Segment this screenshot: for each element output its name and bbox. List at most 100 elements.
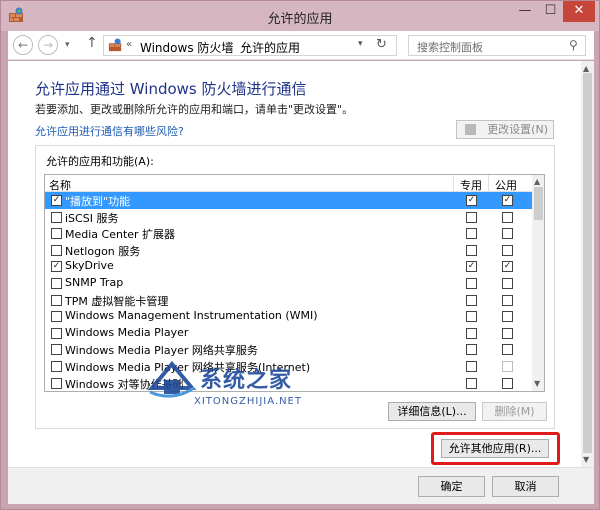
watermark-logo-icon: [148, 360, 196, 398]
address-bar[interactable]: « Windows 防火墙 › 允许的应用 ▾ ↻: [103, 35, 397, 56]
enable-checkbox[interactable]: ✓: [51, 195, 62, 206]
list-header: 名称 专用 公用: [45, 175, 532, 192]
private-checkbox[interactable]: [466, 344, 477, 356]
public-checkbox[interactable]: [502, 361, 513, 372]
scroll-up-icon[interactable]: ▲: [583, 64, 589, 73]
risk-info-link[interactable]: 允许应用进行通信有哪些风险?: [35, 123, 184, 139]
column-header-name[interactable]: 名称: [49, 177, 71, 193]
private-checkbox[interactable]: [466, 211, 477, 223]
ok-button[interactable]: 确定: [418, 476, 485, 497]
private-checkbox[interactable]: [466, 228, 477, 240]
breadcrumb-allowed-apps[interactable]: 允许的应用: [240, 39, 300, 56]
public-checkbox[interactable]: [502, 211, 513, 223]
watermark-subtitle: XITONGZHIJIA.NET: [194, 396, 302, 407]
list-item[interactable]: ✓ SkyDrive ✓ ✓: [45, 258, 532, 275]
list-item-label: SkyDrive: [65, 259, 114, 273]
address-dropdown-icon[interactable]: ▾: [358, 39, 363, 49]
highlight-box: 允许其他应用(R)...: [431, 432, 560, 465]
column-header-private[interactable]: 专用: [460, 177, 482, 193]
public-checkbox[interactable]: [502, 311, 513, 323]
public-checkbox[interactable]: ✓: [502, 195, 513, 206]
enable-checkbox[interactable]: [51, 228, 62, 240]
page-description: 若要添加、更改或删除所允许的应用和端口，请单击"更改设置"。: [35, 103, 354, 116]
dialog-footer: 确定 取消: [8, 467, 594, 504]
cancel-button[interactable]: 取消: [492, 476, 559, 497]
enable-checkbox[interactable]: [51, 278, 62, 289]
public-checkbox[interactable]: [502, 294, 513, 306]
enable-checkbox[interactable]: [51, 361, 62, 372]
list-item[interactable]: TPM 虚拟智能卡管理: [45, 292, 532, 309]
enable-checkbox[interactable]: [51, 211, 62, 223]
forward-button[interactable]: →: [38, 35, 58, 55]
list-item[interactable]: Media Center 扩展器: [45, 225, 532, 242]
enable-checkbox[interactable]: [51, 244, 62, 256]
private-checkbox[interactable]: [466, 377, 477, 389]
list-scrollbar[interactable]: ▲ ▼: [532, 175, 544, 391]
maximize-button[interactable]: ☐: [538, 1, 563, 22]
delete-button[interactable]: 删除(M): [482, 402, 547, 421]
page-scrollbar[interactable]: ▲ ▼: [581, 61, 594, 467]
group-label: 允许的应用和功能(A):: [46, 155, 154, 168]
allowed-apps-window: 允许的应用 — ☐ ✕ ← → ▾ ↑ « Windows 防火墙 › 允许的应…: [0, 0, 600, 510]
public-checkbox[interactable]: [502, 344, 513, 356]
list-item[interactable]: ✓ "播放到"功能 ✓ ✓: [45, 192, 532, 209]
private-checkbox[interactable]: [466, 278, 477, 289]
private-checkbox[interactable]: [466, 311, 477, 323]
private-checkbox[interactable]: [466, 361, 477, 372]
scroll-thumb[interactable]: [534, 187, 543, 220]
close-button[interactable]: ✕: [563, 1, 595, 22]
list-item[interactable]: Netlogon 服务: [45, 242, 532, 259]
navigation-bar: ← → ▾ ↑ « Windows 防火墙 › 允许的应用 ▾ ↻ 搜索控制面板…: [8, 31, 594, 60]
scroll-thumb[interactable]: [583, 73, 592, 453]
enable-checkbox[interactable]: ✓: [51, 261, 62, 273]
public-checkbox[interactable]: [502, 327, 513, 339]
enable-checkbox[interactable]: [51, 311, 62, 323]
public-checkbox[interactable]: [502, 377, 513, 389]
private-checkbox[interactable]: [466, 327, 477, 339]
column-divider: [453, 175, 454, 192]
list-item-label: "播放到"功能: [65, 195, 131, 208]
breadcrumb-firewall[interactable]: Windows 防火墙: [140, 39, 233, 56]
list-item-label: Netlogon 服务: [65, 244, 141, 258]
search-input[interactable]: 搜索控制面板 ⚲: [408, 35, 586, 56]
public-checkbox[interactable]: [502, 278, 513, 289]
enable-checkbox[interactable]: [51, 327, 62, 339]
back-button[interactable]: ←: [13, 35, 33, 55]
enable-checkbox[interactable]: [51, 294, 62, 306]
private-checkbox[interactable]: [466, 244, 477, 256]
search-icon[interactable]: ⚲: [569, 38, 578, 52]
public-checkbox[interactable]: [502, 244, 513, 256]
public-checkbox[interactable]: ✓: [502, 261, 513, 273]
column-header-public[interactable]: 公用: [495, 177, 517, 193]
list-item[interactable]: SNMP Trap: [45, 275, 532, 292]
list-item-label: Media Center 扩展器: [65, 228, 176, 242]
scroll-up-icon[interactable]: ▲: [534, 177, 540, 186]
address-overflow-icon[interactable]: «: [126, 39, 132, 50]
refresh-icon[interactable]: ↻: [376, 37, 387, 52]
list-item[interactable]: Windows Media Player: [45, 325, 532, 342]
scroll-down-icon[interactable]: ▼: [583, 455, 589, 464]
firewall-icon: [108, 38, 122, 52]
private-checkbox[interactable]: [466, 294, 477, 306]
list-item[interactable]: iSCSI 服务: [45, 209, 532, 226]
enable-checkbox[interactable]: [51, 377, 62, 389]
scroll-down-icon[interactable]: ▼: [534, 379, 540, 388]
allow-other-app-button[interactable]: 允许其他应用(R)...: [441, 439, 549, 458]
private-checkbox[interactable]: ✓: [466, 195, 477, 206]
list-item-label: Windows Media Player: [65, 325, 189, 339]
column-divider: [488, 175, 489, 192]
private-checkbox[interactable]: ✓: [466, 261, 477, 273]
list-item-label: iSCSI 服务: [65, 211, 119, 225]
list-item-label: TPM 虚拟智能卡管理: [65, 294, 169, 308]
public-checkbox[interactable]: [502, 228, 513, 240]
title-bar[interactable]: 允许的应用 — ☐ ✕: [1, 1, 599, 31]
breadcrumb-separator-icon[interactable]: ›: [230, 39, 234, 49]
minimize-button[interactable]: —: [512, 1, 538, 22]
watermark-title: 系统之家: [200, 368, 293, 393]
list-item[interactable]: Windows Management Instrumentation (WMI): [45, 308, 532, 325]
recent-locations-icon[interactable]: ▾: [65, 40, 70, 50]
up-button[interactable]: ↑: [86, 35, 98, 51]
change-settings-label: 更改设置(N): [487, 123, 548, 136]
enable-checkbox[interactable]: [51, 344, 62, 356]
details-button[interactable]: 详细信息(L)...: [388, 402, 476, 421]
